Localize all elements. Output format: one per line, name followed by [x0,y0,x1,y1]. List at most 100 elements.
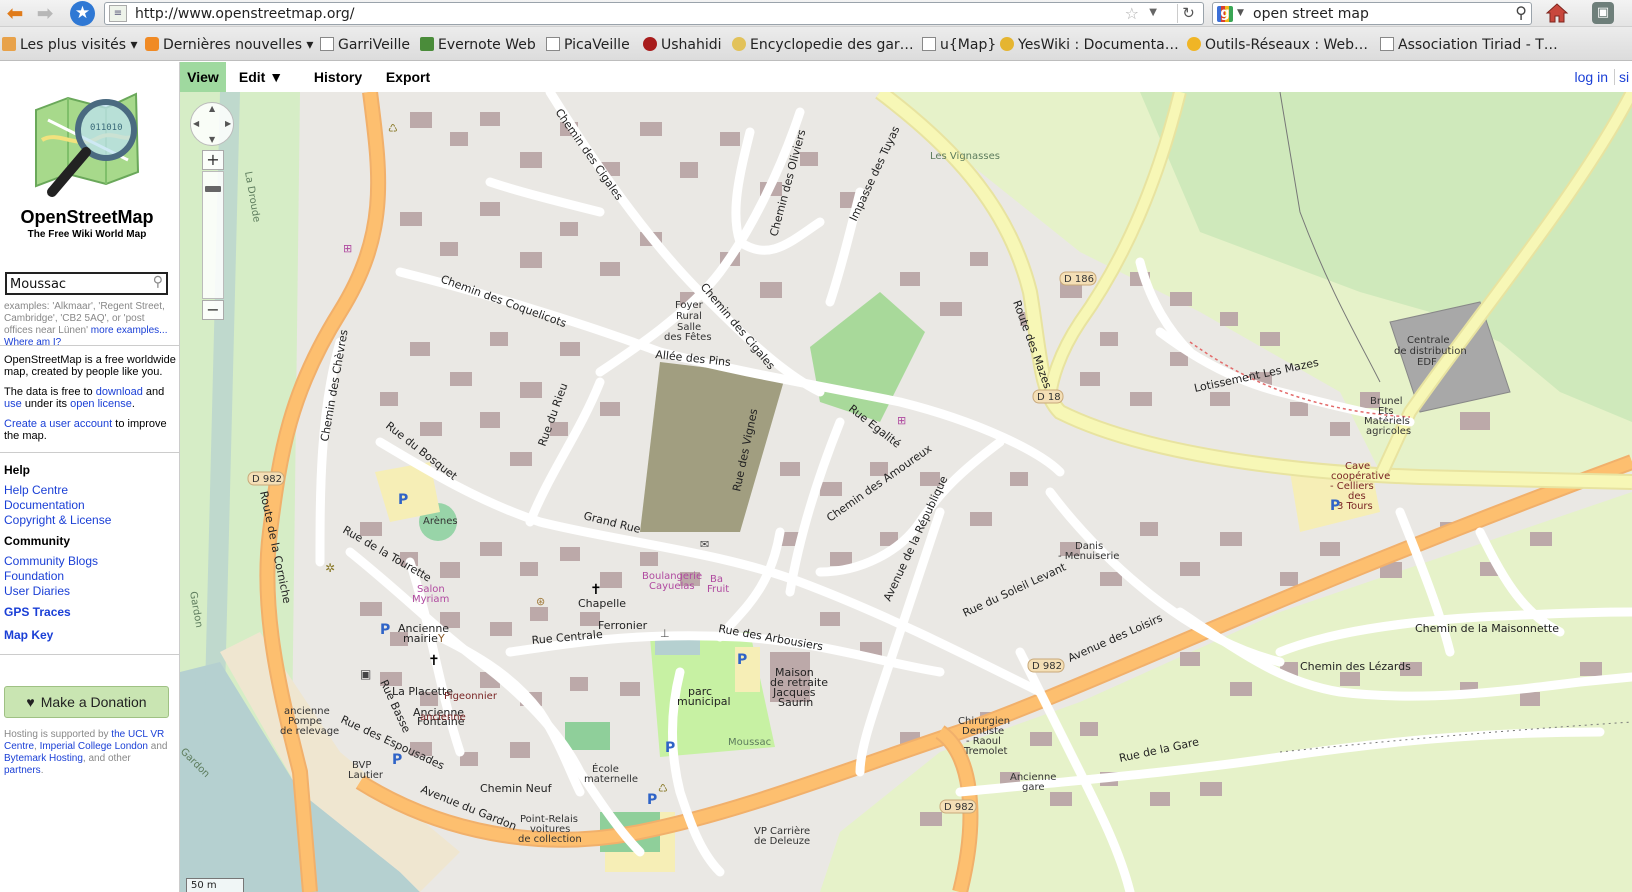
page-icon [922,37,936,51]
signup-link[interactable]: si [1614,69,1632,85]
bookmark-label: Encyclopedie des gar… [750,37,914,53]
zoom-slider-handle[interactable] [205,186,221,192]
road-shield-label: D 982 [252,474,282,485]
bookmark-label: GarriVeille [338,37,410,53]
home-icon[interactable] [1545,2,1569,24]
map-label: Moussac [728,737,771,748]
hosting-text-part: . [40,765,44,776]
hosting-text-part: and [150,741,168,752]
download-link[interactable]: download [96,386,143,398]
imperial-link[interactable]: Imperial College London [40,741,148,752]
osm-logo-icon[interactable]: 011010 [28,80,146,200]
map-key-link[interactable]: Map Key [4,628,53,642]
more-examples-link[interactable]: more examples... [91,325,168,336]
engine-dropdown-icon[interactable]: ▼ [1237,8,1244,18]
site-identity-icon[interactable]: ≡ [109,5,127,22]
encyclo-icon [732,37,746,51]
bookmark-item[interactable]: Outils-Réseaux : Web… [1187,35,1368,55]
map-label: Impasse des Tuyas [847,124,903,223]
map-label: EDF [1417,357,1437,368]
rss-icon [145,37,159,51]
zoom-control: ▲ ▼ ◀ ▶ + − [190,102,236,322]
pan-right-icon[interactable]: ▶ [225,119,231,128]
tab-export[interactable]: Export [380,62,436,92]
zoom-slider[interactable] [202,171,224,299]
login-link[interactable]: log in [1575,69,1608,85]
bookmark-item[interactable]: Ushahidi [643,35,722,55]
map-label: Arènes [423,515,458,527]
map-canvas[interactable]: Chemin des Cigales Chemin des Cigales Ch… [180,92,1632,892]
forward-arrow-icon[interactable]: ➡ [32,2,58,24]
bookmark-star-icon[interactable]: ★ [70,1,95,26]
google-icon[interactable]: g [1217,6,1233,22]
pan-left-icon[interactable]: ◀ [193,119,199,128]
use-link[interactable]: use [4,398,22,410]
bookmark-label: YesWiki : Documenta… [1018,37,1179,53]
page-icon [546,37,560,51]
tab-history[interactable]: History [298,62,378,92]
pan-control[interactable]: ▲ ▼ ◀ ▶ [190,102,234,146]
url-text[interactable]: http://www.openstreetmap.org/ [135,6,355,22]
help-centre-link[interactable]: Help Centre [4,483,68,498]
addon-icon[interactable]: ▣ [1592,2,1614,24]
documentation-link[interactable]: Documentation [4,498,85,513]
site-tagline: The Free Wiki World Map [27,229,147,240]
donate-label: Make a Donation [40,694,147,710]
back-arrow-icon[interactable]: ⬅ [2,2,28,24]
intro-text-part: . [131,398,135,410]
create-account-link[interactable]: Create a user account [4,418,112,430]
bookmarks-bar: Les plus visités ▾ Dernières nouvelles ▾… [0,27,1632,61]
bookmark-item[interactable]: Dernières nouvelles ▾ [145,35,313,55]
url-bar[interactable]: ≡ http://www.openstreetmap.org/ ☆ ▼ ↻ [104,2,1204,25]
bookmark-label: Association Tiriad - T… [1398,37,1558,53]
search-icon[interactable]: ⚲ [153,274,163,290]
url-star-icon[interactable]: ☆ [1125,4,1139,23]
search-bar-text[interactable]: open street map [1253,6,1369,22]
zoom-out-button[interactable]: − [202,300,224,320]
donate-button[interactable]: ♥ Make a Donation [4,686,169,718]
search-icon[interactable]: ⚲ [1515,3,1527,22]
bytemark-link[interactable]: Bytemark Hosting [4,753,83,764]
partners-link[interactable]: partners [4,765,41,776]
bookmark-item[interactable]: YesWiki : Documenta… [1000,35,1179,55]
bookmark-item[interactable]: Les plus visités ▾ [2,35,138,55]
browser-toolbar: ⬅ ➡ ★ ≡ http://www.openstreetmap.org/ ☆ … [0,0,1632,27]
url-dropdown-icon[interactable]: ▼ [1149,7,1157,18]
map-label: de relevage [280,726,339,737]
reload-icon[interactable]: ↻ [1177,4,1199,23]
pan-up-icon[interactable]: ▲ [209,104,215,113]
intro-text-part: The data is free to [4,386,93,398]
map-label: municipal [677,695,731,708]
copyright-link[interactable]: Copyright & License [4,513,111,528]
map-label: Ferronier [598,619,648,632]
bookmark-item[interactable]: Association Tiriad - T… [1380,35,1558,55]
bookmark-item[interactable]: PicaVeille [546,35,630,55]
bar-icon: Y [437,632,445,645]
community-blogs-link[interactable]: Community Blogs [4,554,98,569]
search-bar[interactable]: g ▼ open street map ⚲ [1212,2,1532,25]
map-label: Pigeonnier [444,691,498,702]
parking-icon: P [392,752,402,768]
bookmark-item[interactable]: Evernote Web [420,35,536,55]
foundation-link[interactable]: Foundation [4,569,64,584]
where-am-i-link[interactable]: Where am I? [4,337,61,348]
search-input[interactable] [10,275,140,293]
tab-view[interactable]: View [180,62,226,92]
gps-traces-link[interactable]: GPS Traces [4,605,71,619]
map-label: gare [1022,782,1045,793]
map-tabs: View Edit ▼ History Export log in si [180,62,1632,92]
bookmark-item[interactable]: Encyclopedie des gar… [732,35,914,55]
user-diaries-link[interactable]: User Diaries [4,584,70,599]
bookmark-item[interactable]: GarriVeille [320,35,410,55]
pan-down-icon[interactable]: ▼ [209,135,215,144]
bookmark-label: Les plus visités ▾ [20,37,138,53]
zoom-in-button[interactable]: + [202,150,224,170]
map-label: Myriam [412,594,449,605]
tab-edit[interactable]: Edit ▼ [234,62,288,92]
bookmark-label: Evernote Web [438,37,536,53]
bookmark-label: Outils-Réseaux : Web… [1205,37,1369,53]
bookmark-item[interactable]: u{Map} [922,35,996,55]
search-field[interactable]: ⚲ [5,272,168,295]
map-label: Foyer [675,300,704,311]
open-license-link[interactable]: open license [70,398,132,410]
